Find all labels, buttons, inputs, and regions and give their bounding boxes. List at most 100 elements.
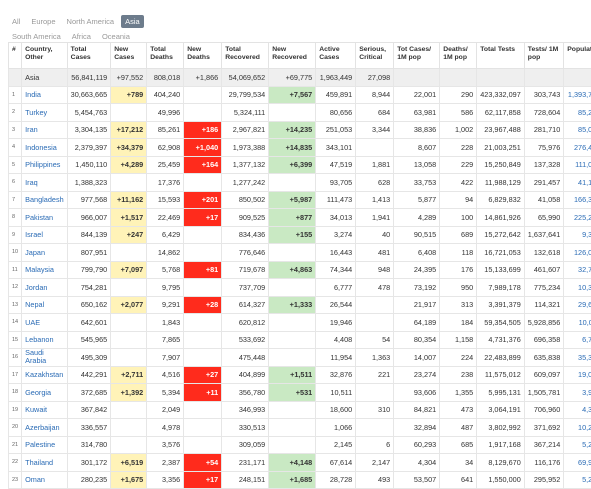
table-cell: 3 — [9, 121, 22, 139]
country-link[interactable]: Philippines — [22, 156, 68, 174]
country-link[interactable]: Israel — [22, 226, 68, 244]
tab-asia[interactable]: Asia — [121, 15, 144, 28]
table-cell: 10 — [9, 244, 22, 262]
tab-all[interactable]: All — [8, 15, 24, 28]
table-cell: 473 — [440, 401, 477, 419]
tab-north-america[interactable]: North America — [63, 15, 119, 28]
country-link[interactable]: Bangladesh — [22, 191, 68, 209]
table-row: 17Kazakhstan442,291+2,7114,516+27404,899… — [9, 366, 591, 384]
column-header[interactable]: Deaths/ 1M pop — [440, 43, 477, 69]
country-link[interactable]: Iran — [22, 121, 68, 139]
table-cell — [356, 419, 394, 437]
table-cell: 56,841,119 — [67, 69, 111, 87]
table-cell: 90,515 — [394, 226, 440, 244]
table-cell: 442,291 — [67, 366, 111, 384]
table-cell: 1,963,449 — [316, 69, 356, 87]
table-cell: 8,944 — [356, 86, 394, 104]
table-cell: +164 — [184, 156, 222, 174]
country-link[interactable]: Kazakhstan — [22, 366, 68, 384]
table-cell: 22,469 — [147, 209, 184, 227]
country-link[interactable]: Palestine — [22, 436, 68, 454]
table-cell: 4,731,376 — [477, 331, 525, 349]
tab-europe[interactable]: Europe — [27, 15, 59, 28]
country-link[interactable]: UAE — [22, 314, 68, 332]
country-link[interactable]: Oman — [22, 471, 68, 489]
table-cell — [184, 436, 222, 454]
table-cell: Asia — [22, 69, 68, 87]
table-row: 8Pakistan966,007+1,51722,469+17909,525+8… — [9, 209, 591, 227]
country-link[interactable]: Azerbaijan — [22, 419, 68, 437]
country-link[interactable]: Nepal — [22, 296, 68, 314]
country-link[interactable]: Jordan — [22, 279, 68, 297]
country-link[interactable]: Turkey — [22, 104, 68, 122]
table-cell: 9 — [9, 226, 22, 244]
table-cell: 614,327 — [222, 296, 269, 314]
column-header[interactable]: New Recovered — [269, 43, 316, 69]
country-link[interactable]: India — [22, 86, 68, 104]
column-header[interactable]: # — [9, 43, 22, 69]
country-link[interactable]: Saudi Arabia — [22, 349, 68, 367]
table-cell — [269, 401, 316, 419]
country-link[interactable]: Indonesia — [22, 139, 68, 157]
country-link[interactable]: Georgia — [22, 384, 68, 402]
country-link[interactable]: Malaysia — [22, 261, 68, 279]
column-header[interactable]: Total Deaths — [147, 43, 184, 69]
table-cell: 3,274 — [316, 226, 356, 244]
table-cell: +97,552 — [111, 69, 147, 87]
column-header[interactable]: Country, Other — [22, 43, 68, 69]
column-header[interactable]: Total Recovered — [222, 43, 269, 69]
continent-total-row: Asia56,841,119+97,552808,018+1,86654,069… — [9, 69, 591, 87]
table-cell: 4,304 — [394, 454, 440, 472]
table-cell: 1,973,388 — [222, 139, 269, 157]
table-cell: 4,334, — [564, 401, 591, 419]
table-cell: 3,981, — [564, 384, 591, 402]
table-cell: +69,775 — [269, 69, 316, 87]
column-header[interactable]: New Cases — [111, 43, 147, 69]
country-link[interactable]: Japan — [22, 244, 68, 262]
table-cell: 620,812 — [222, 314, 269, 332]
table-cell: 17,376 — [147, 174, 184, 192]
table-cell: +17 — [184, 471, 222, 489]
table-cell: 132,618 — [524, 244, 563, 262]
table-cell: +186 — [184, 121, 222, 139]
table-cell: 41,133, — [564, 174, 591, 192]
column-header[interactable]: New Deaths — [184, 43, 222, 69]
country-link[interactable]: Thailand — [22, 454, 68, 472]
table-cell: 689 — [440, 226, 477, 244]
table-cell: +4,863 — [269, 261, 316, 279]
table-cell: +1,685 — [269, 471, 316, 489]
table-cell: 225,216, — [564, 209, 591, 227]
table-cell: 459,891 — [316, 86, 356, 104]
table-cell: +1,392 — [111, 384, 147, 402]
column-header[interactable]: Total Tests — [477, 43, 525, 69]
column-header[interactable]: Tot Cases/ 1M pop — [394, 43, 440, 69]
country-link[interactable]: Pakistan — [22, 209, 68, 227]
table-cell: 909,525 — [222, 209, 269, 227]
table-cell: 1,377,132 — [222, 156, 269, 174]
table-cell: 75,976 — [524, 139, 563, 157]
country-link[interactable]: Kuwait — [22, 401, 68, 419]
table-cell — [269, 349, 316, 367]
table-cell: 719,678 — [222, 261, 269, 279]
column-header[interactable]: Total Cases — [67, 43, 111, 69]
table-cell: 69,977, — [564, 454, 591, 472]
column-header[interactable]: Population — [564, 43, 591, 69]
table-cell: 67,614 — [316, 454, 356, 472]
table-cell: 495,309 — [67, 349, 111, 367]
column-header[interactable]: Tests/ 1M pop — [524, 43, 563, 69]
table-cell — [111, 244, 147, 262]
continent-tabs: AllEuropeNorth AmericaAsia South America… — [8, 14, 591, 44]
column-header[interactable]: Active Cases — [316, 43, 356, 69]
table-cell: +34,379 — [111, 139, 147, 157]
table-cell: +1,511 — [269, 366, 316, 384]
country-link[interactable]: Iraq — [22, 174, 68, 192]
table-cell: 23 — [9, 471, 22, 489]
country-link[interactable]: Lebanon — [22, 331, 68, 349]
table-cell: 461,607 — [524, 261, 563, 279]
table-cell: 93,606 — [394, 384, 440, 402]
column-header[interactable]: Serious, Critical — [356, 43, 394, 69]
table-cell: 14,007 — [394, 349, 440, 367]
table-cell: 966,007 — [67, 209, 111, 227]
table-cell: +1,866 — [184, 69, 222, 87]
table-cell: 13 — [9, 296, 22, 314]
